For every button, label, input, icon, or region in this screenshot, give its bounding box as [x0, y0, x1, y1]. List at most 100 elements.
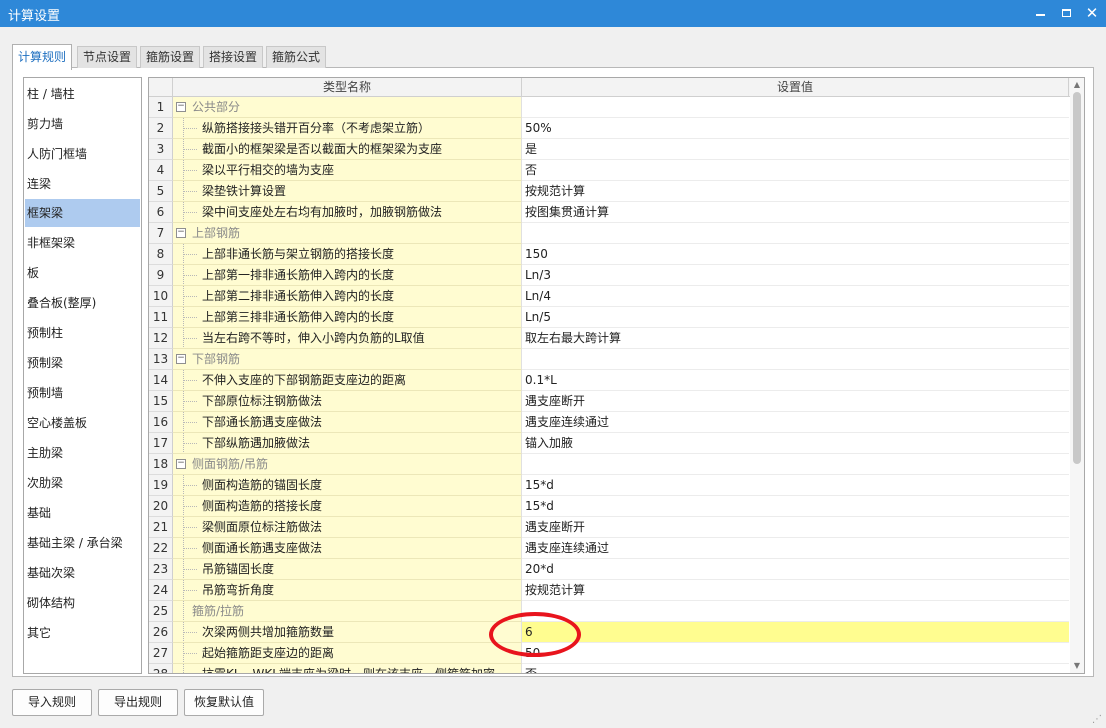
sidebar-item-frame-beam[interactable]: 框架梁: [25, 199, 140, 227]
sidebar-item-masonry[interactable]: 砌体结构: [25, 589, 140, 617]
scroll-up-icon[interactable]: ▲: [1072, 79, 1082, 91]
sidebar-item-non-frame-beam[interactable]: 非框架梁: [25, 229, 140, 257]
setting-value-cell[interactable]: 150: [522, 244, 1069, 265]
maximize-button[interactable]: [1052, 0, 1080, 27]
table-row[interactable]: 16 下部通长筋遇支座做法 遇支座连续通过: [149, 412, 1069, 433]
setting-value-cell[interactable]: 遇支座断开: [522, 391, 1069, 412]
table-group-row[interactable]: 18− 侧面钢筋/吊筋: [149, 454, 1069, 475]
table-row[interactable]: 3 截面小的框架梁是否以截面大的框架梁为支座 是: [149, 139, 1069, 160]
minimize-button[interactable]: [1026, 0, 1054, 27]
table-row[interactable]: 17 下部纵筋遇加腋做法 锚入加腋: [149, 433, 1069, 454]
setting-value-cell[interactable]: Ln/3: [522, 265, 1069, 286]
sidebar-item-coupling-beam[interactable]: 连梁: [25, 170, 140, 198]
table-row[interactable]: 9 上部第一排非通长筋伸入跨内的长度 Ln/3: [149, 265, 1069, 286]
sidebar-item-precast-column[interactable]: 预制柱: [25, 319, 140, 347]
setting-value-cell[interactable]: 是: [522, 139, 1069, 160]
sidebar-item-foundation[interactable]: 基础: [25, 499, 140, 527]
setting-value-cell[interactable]: 取左右最大跨计算: [522, 328, 1069, 349]
tab-lap-settings[interactable]: 搭接设置: [203, 46, 264, 68]
type-name-header[interactable]: 类型名称: [173, 78, 522, 97]
type-name-cell: 不伸入支座的下部钢筋距支座边的距离: [173, 370, 522, 391]
group-name-cell[interactable]: − 侧面钢筋/吊筋: [173, 454, 522, 475]
sidebar-item-shear-wall[interactable]: 剪力墙: [25, 110, 140, 138]
tab-calc-rules[interactable]: 计算规则: [12, 44, 73, 70]
table-row[interactable]: 26 次梁两侧共增加箍筋数量 6: [149, 622, 1069, 643]
sidebar-item-civil-defense-door-frame[interactable]: 人防门框墙: [25, 140, 140, 168]
row-number: 6: [149, 202, 173, 223]
table-row[interactable]: 21 梁侧面原位标注筋做法 遇支座断开: [149, 517, 1069, 538]
setting-value-cell[interactable]: 0.1*L: [522, 370, 1069, 391]
setting-value-cell[interactable]: 按规范计算: [522, 181, 1069, 202]
table-row[interactable]: 19 侧面构造筋的锚固长度 15*d: [149, 475, 1069, 496]
setting-value-cell[interactable]: Ln/4: [522, 286, 1069, 307]
setting-value-cell[interactable]: 锚入加腋: [522, 433, 1069, 454]
tab-stirrup-settings[interactable]: 箍筋设置: [140, 46, 201, 68]
scroll-down-icon[interactable]: ▼: [1072, 660, 1082, 672]
setting-value-cell[interactable]: Ln/5: [522, 307, 1069, 328]
table-row[interactable]: 27 起始箍筋距支座边的距离 50: [149, 643, 1069, 664]
setting-value-cell-selected[interactable]: 6: [522, 622, 1069, 643]
table-row[interactable]: 12 当左右跨不等时，伸入小跨内负筋的L取值 取左右最大跨计算: [149, 328, 1069, 349]
setting-value-cell[interactable]: 否: [522, 664, 1069, 673]
tab-node-settings[interactable]: 节点设置: [77, 46, 138, 68]
setting-value-cell[interactable]: 50: [522, 643, 1069, 664]
export-rules-button[interactable]: 导出规则: [98, 689, 178, 716]
sidebar-item-secondary-rib-beam[interactable]: 次肋梁: [25, 469, 140, 497]
group-name-cell[interactable]: − 下部钢筋: [173, 349, 522, 370]
vertical-scrollbar[interactable]: ▲ ▼: [1070, 78, 1084, 673]
table-row[interactable]: 22 侧面通长筋遇支座做法 遇支座连续通过: [149, 538, 1069, 559]
setting-value-cell[interactable]: 遇支座断开: [522, 517, 1069, 538]
table-group-row[interactable]: 25 箍筋/拉筋: [149, 601, 1069, 622]
setting-value-cell[interactable]: 按规范计算: [522, 580, 1069, 601]
restore-defaults-button[interactable]: 恢复默认值: [184, 689, 264, 716]
setting-value-cell[interactable]: 50%: [522, 118, 1069, 139]
component-type-list[interactable]: 柱 / 墙柱 剪力墙 人防门框墙 连梁 框架梁 非框架梁 板 叠合板(整厚) 预…: [23, 77, 142, 674]
collapse-icon[interactable]: −: [176, 228, 186, 238]
setting-value-cell[interactable]: 按图集贯通计算: [522, 202, 1069, 223]
setting-value-cell[interactable]: 20*d: [522, 559, 1069, 580]
sidebar-item-column[interactable]: 柱 / 墙柱: [25, 80, 140, 108]
table-row[interactable]: 6 梁中间支座处左右均有加腋时，加腋钢筋做法 按图集贯通计算: [149, 202, 1069, 223]
table-row[interactable]: 15 下部原位标注钢筋做法 遇支座断开: [149, 391, 1069, 412]
setting-value-cell[interactable]: 15*d: [522, 496, 1069, 517]
table-row[interactable]: 23 吊筋锚固长度 20*d: [149, 559, 1069, 580]
group-name-cell[interactable]: 箍筋/拉筋: [173, 601, 522, 622]
table-row[interactable]: 14 不伸入支座的下部钢筋距支座边的距离 0.1*L: [149, 370, 1069, 391]
setting-value-cell[interactable]: 15*d: [522, 475, 1069, 496]
close-button[interactable]: ✕: [1078, 0, 1106, 27]
table-group-row[interactable]: 7− 上部钢筋: [149, 223, 1069, 244]
sidebar-item-hollow-floor-slab[interactable]: 空心楼盖板: [25, 409, 140, 437]
setting-value-cell[interactable]: 遇支座连续通过: [522, 412, 1069, 433]
table-row[interactable]: 2 纵筋搭接接头错开百分率（不考虑架立筋） 50%: [149, 118, 1069, 139]
table-row[interactable]: 4 梁以平行相交的墙为支座 否: [149, 160, 1069, 181]
sidebar-item-slab[interactable]: 板: [25, 259, 140, 287]
table-row[interactable]: 8 上部非通长筋与架立钢筋的搭接长度 150: [149, 244, 1069, 265]
sidebar-item-precast-wall[interactable]: 预制墙: [25, 379, 140, 407]
table-row[interactable]: 24 吊筋弯折角度 按规范计算: [149, 580, 1069, 601]
resize-grip-icon[interactable]: ⋰: [1092, 714, 1104, 726]
sidebar-item-precast-beam[interactable]: 预制梁: [25, 349, 140, 377]
group-name-cell[interactable]: − 公共部分: [173, 97, 522, 118]
setting-value-header[interactable]: 设置值: [522, 78, 1069, 97]
collapse-icon[interactable]: −: [176, 459, 186, 469]
table-row[interactable]: 20 侧面构造筋的搭接长度 15*d: [149, 496, 1069, 517]
table-row[interactable]: 28 抗震KL、WKL端支座为梁时，则在该支座一侧箍筋加密 否: [149, 664, 1069, 673]
collapse-icon[interactable]: −: [176, 354, 186, 364]
table-row[interactable]: 11 上部第三排非通长筋伸入跨内的长度 Ln/5: [149, 307, 1069, 328]
sidebar-item-foundation-secondary-beam[interactable]: 基础次梁: [25, 559, 140, 587]
sidebar-item-composite-slab[interactable]: 叠合板(整厚): [25, 289, 140, 317]
table-row[interactable]: 5 梁垫铁计算设置 按规范计算: [149, 181, 1069, 202]
table-group-row[interactable]: 1− 公共部分: [149, 97, 1069, 118]
setting-value-cell[interactable]: 否: [522, 160, 1069, 181]
scrollbar-thumb[interactable]: [1073, 92, 1081, 464]
table-row[interactable]: 10 上部第二排非通长筋伸入跨内的长度 Ln/4: [149, 286, 1069, 307]
sidebar-item-main-rib-beam[interactable]: 主肋梁: [25, 439, 140, 467]
import-rules-button[interactable]: 导入规则: [12, 689, 92, 716]
table-group-row[interactable]: 13− 下部钢筋: [149, 349, 1069, 370]
collapse-icon[interactable]: −: [176, 102, 186, 112]
sidebar-item-foundation-main-beam[interactable]: 基础主梁 / 承台梁: [25, 529, 140, 557]
sidebar-item-other[interactable]: 其它: [25, 619, 140, 647]
setting-value-cell[interactable]: 遇支座连续通过: [522, 538, 1069, 559]
tab-stirrup-formula[interactable]: 箍筋公式: [266, 46, 327, 68]
group-name-cell[interactable]: − 上部钢筋: [173, 223, 522, 244]
